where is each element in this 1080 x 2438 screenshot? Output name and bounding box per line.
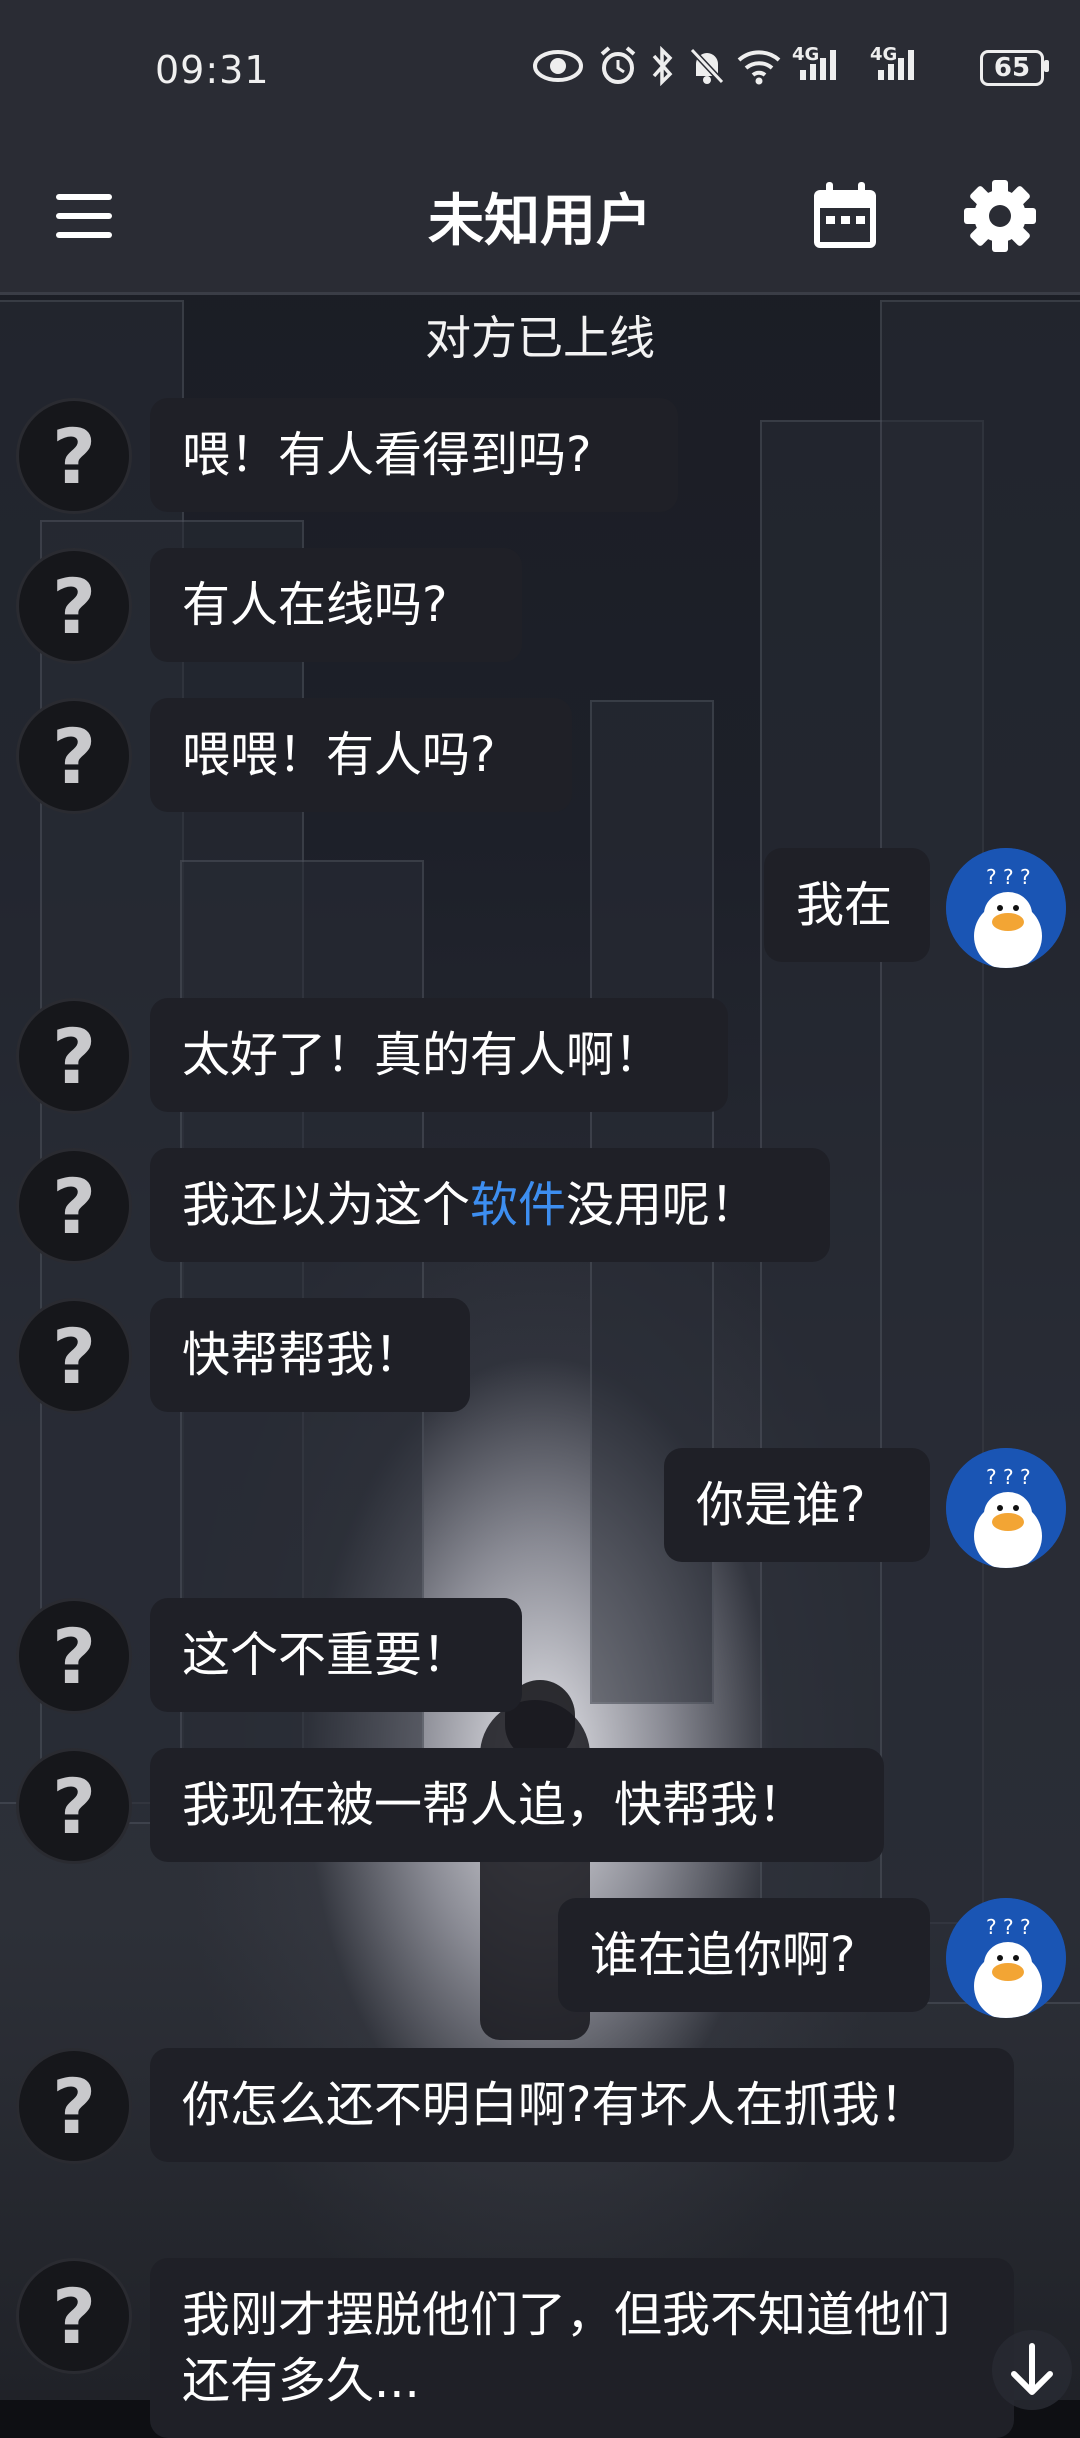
incoming-message: ? 我刚才摆脱他们了，但我不知道他们还有多久...	[0, 2258, 1080, 2438]
message-text: 太好了！真的有人啊！	[182, 1027, 663, 1083]
message-text: 喂！有人看得到吗?	[182, 427, 592, 483]
incoming-message: ? 喂！有人看得到吗?	[0, 398, 1080, 516]
message-bubble[interactable]: 我在	[764, 848, 930, 962]
bluetooth-icon	[652, 46, 673, 86]
page-title: 未知用户	[428, 189, 652, 254]
message-link[interactable]: 软件	[470, 1177, 566, 1233]
unknown-user-avatar-icon[interactable]: ?	[16, 2048, 132, 2164]
duck-avatar-icon[interactable]: ? ? ?	[946, 848, 1066, 968]
message-bubble[interactable]: 太好了！真的有人啊！	[150, 998, 728, 1112]
message-bubble[interactable]: 我刚才摆脱他们了，但我不知道他们还有多久...	[150, 2258, 1014, 2438]
message-text: 我在	[796, 877, 893, 933]
message-bubble[interactable]: 喂！有人看得到吗?	[150, 398, 678, 512]
eye-icon	[533, 50, 583, 82]
message-text: 你是谁?	[696, 1477, 866, 1533]
unknown-user-avatar-icon[interactable]: ?	[16, 1298, 132, 1414]
signal-1-icon: 4G	[792, 44, 858, 86]
message-bubble[interactable]: 这个不重要！	[150, 1598, 522, 1712]
battery-tip	[1044, 60, 1049, 72]
message-text: 我刚才摆脱他们了，但我不知道他们还有多久...	[182, 2287, 951, 2409]
incoming-message: ? 我还以为这个软件没用呢！	[0, 1148, 1080, 1266]
incoming-message: ? 太好了！真的有人啊！	[0, 998, 1080, 1116]
message-bubble[interactable]: 我现在被一帮人追，快帮我！	[150, 1748, 884, 1862]
unknown-user-avatar-icon[interactable]: ?	[16, 1748, 132, 1864]
unknown-user-avatar-icon[interactable]: ?	[16, 548, 132, 664]
message-text: 有人在线吗?	[182, 577, 448, 633]
incoming-message: ? 有人在线吗?	[0, 548, 1080, 666]
svg-text:? ? ?: ? ? ?	[986, 865, 1031, 889]
incoming-message: ? 我现在被一帮人追，快帮我！	[0, 1748, 1080, 1866]
outgoing-message: 谁在追你啊? ? ? ?	[0, 1898, 1080, 2018]
status-time: 09:31	[155, 48, 270, 92]
incoming-message: ? 这个不重要！	[0, 1598, 1080, 1716]
mute-bell-icon	[689, 47, 725, 85]
svg-text:? ? ?: ? ? ?	[986, 1915, 1031, 1939]
message-text: 没用呢！	[566, 1177, 759, 1233]
duck-avatar-icon[interactable]: ? ? ?	[946, 1448, 1066, 1568]
message-text: 我还以为这个	[182, 1177, 471, 1233]
status-bar: 09:31 4G 4G 65	[0, 0, 1080, 140]
unknown-user-avatar-icon[interactable]: ?	[16, 1598, 132, 1714]
outgoing-message: 你是谁? ? ? ?	[0, 1448, 1080, 1568]
incoming-message: ? 你怎么还不明白啊?有坏人在抓我！	[0, 2048, 1080, 2226]
signal-2-icon: 4G	[870, 44, 936, 86]
incoming-message: ? 喂喂！有人吗?	[0, 698, 1080, 816]
message-bubble[interactable]: 我还以为这个软件没用呢！	[150, 1148, 830, 1262]
message-text: 我现在被一帮人追，快帮我！	[182, 1777, 807, 1833]
incoming-message: ? 快帮帮我！	[0, 1298, 1080, 1416]
message-text: 你怎么还不明白啊?有坏人在抓我！	[182, 2077, 928, 2133]
unknown-user-avatar-icon[interactable]: ?	[16, 998, 132, 1114]
calendar-icon[interactable]	[808, 178, 884, 254]
message-bubble[interactable]: 你怎么还不明白啊?有坏人在抓我！	[150, 2048, 1014, 2162]
message-text: 谁在追你啊?	[590, 1927, 856, 1983]
message-text: 这个不重要！	[182, 1627, 471, 1683]
svg-text:? ? ?: ? ? ?	[986, 1465, 1031, 1489]
message-bubble[interactable]: 谁在追你啊?	[558, 1898, 930, 2012]
app-header: 未知用户	[0, 140, 1080, 295]
alarm-icon	[600, 46, 636, 84]
unknown-user-avatar-icon[interactable]: ?	[16, 1148, 132, 1264]
unknown-user-avatar-icon[interactable]: ?	[16, 398, 132, 514]
wifi-icon	[737, 50, 781, 85]
message-text: 喂喂！有人吗?	[182, 727, 496, 783]
message-bubble[interactable]: 你是谁?	[664, 1448, 930, 1562]
duck-avatar-icon[interactable]: ? ? ?	[946, 1898, 1066, 2018]
battery-icon: 65	[980, 50, 1044, 86]
online-status-notice: 对方已上线	[425, 311, 655, 365]
unknown-user-avatar-icon[interactable]: ?	[16, 698, 132, 814]
gear-icon[interactable]	[960, 176, 1040, 256]
message-text: 快帮帮我！	[182, 1327, 423, 1383]
message-bubble[interactable]: 喂喂！有人吗?	[150, 698, 572, 812]
status-icons: 4G 4G 65	[520, 40, 1080, 96]
outgoing-message: 我在 ? ? ?	[0, 848, 1080, 968]
unknown-user-avatar-icon[interactable]: ?	[16, 2258, 132, 2374]
message-bubble[interactable]: 有人在线吗?	[150, 548, 522, 662]
message-bubble[interactable]: 快帮帮我！	[150, 1298, 470, 1412]
arrow-down-icon[interactable]	[992, 2330, 1072, 2410]
